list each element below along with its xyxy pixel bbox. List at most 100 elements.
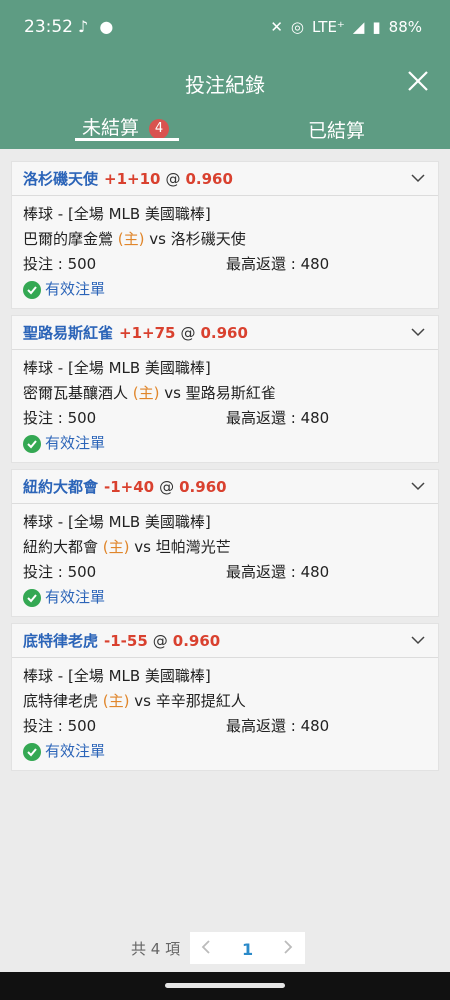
bet-stake: 投注 : 500 <box>23 717 97 735</box>
bet-sport: 棒球 - [全場 MLB 美國職棒] <box>23 667 211 685</box>
bet-card[interactable]: 底特律老虎 -1-55 @ 0.960 棒球 - [全場 MLB 美國職棒] 底… <box>11 623 439 771</box>
tab-settled-label: 已結算 <box>308 120 366 142</box>
bet-amounts: 投注 : 500 最高返還 : 480 <box>23 714 427 739</box>
bet-stake: 投注 : 500 <box>23 255 97 273</box>
chevron-down-icon[interactable] <box>410 632 426 648</box>
status-right: ✕ ◎ LTE⁺ ◢ ▮ 88% <box>270 18 422 36</box>
status-time: 23:52 <box>24 17 73 37</box>
bet-card-header[interactable]: 聖路易斯紅雀 +1+75 @ 0.960 <box>12 316 438 350</box>
home-gesture-handle[interactable] <box>165 983 285 988</box>
close-button[interactable] <box>402 65 434 97</box>
bet-odds: 0.960 <box>185 169 233 188</box>
home-team: 底特律老虎 <box>23 692 99 710</box>
chat-icon: ● <box>99 17 114 36</box>
battery-level: 88% <box>388 18 422 36</box>
bet-odds: 0.960 <box>172 631 221 650</box>
bet-handicap: -1+40 <box>104 477 155 496</box>
at-symbol: @ <box>159 477 175 496</box>
bet-status: 有效注單 <box>23 431 427 456</box>
vs-label: vs <box>134 692 151 710</box>
bet-card-body: 棒球 - [全場 MLB 美國職棒] 巴爾的摩金鶯 (主) vs 洛杉磯天使 投… <box>12 196 438 308</box>
bet-tabs: 未結算 4 已結算 <box>0 105 450 149</box>
at-symbol: @ <box>165 169 181 188</box>
prev-page-button[interactable] <box>200 939 212 960</box>
bet-max-return: 最高返還 : 480 <box>226 255 330 273</box>
status-bar: 23:52 ♪ ● ✕ ◎ LTE⁺ ◢ ▮ 88% <box>0 0 450 57</box>
vs-label: vs <box>134 538 151 556</box>
check-circle-icon <box>23 280 41 299</box>
chevron-right-icon <box>284 940 293 954</box>
at-symbol: @ <box>152 631 168 650</box>
bet-status: 有效注單 <box>23 277 427 302</box>
chevron-down-icon[interactable] <box>410 324 426 340</box>
bet-status-label: 有效注單 <box>45 434 106 452</box>
home-tag: (主) <box>102 692 130 710</box>
system-nav-bar <box>0 972 450 1000</box>
page-number-current[interactable]: 1 <box>242 940 253 959</box>
bet-card[interactable]: 洛杉磯天使 +1+10 @ 0.960 棒球 - [全場 MLB 美國職棒] 巴… <box>11 161 439 309</box>
total-count: 共 4 項 <box>131 940 181 958</box>
chevron-down-icon[interactable] <box>410 478 426 494</box>
home-tag: (主) <box>102 538 130 556</box>
bet-selection-team: 洛杉磯天使 <box>23 170 99 188</box>
bet-odds: 0.960 <box>200 323 248 342</box>
pagination: 共 4 項 1 <box>0 930 450 964</box>
bet-max-return: 最高返還 : 480 <box>226 409 330 427</box>
away-team: 洛杉磯天使 <box>170 230 246 248</box>
bet-handicap: +1+75 <box>119 323 176 342</box>
hotspot-icon: ◎ <box>290 18 304 36</box>
bet-selection-team: 紐約大都會 <box>23 478 99 496</box>
bet-amounts: 投注 : 500 最高返還 : 480 <box>23 560 427 585</box>
home-tag: (主) <box>117 230 145 248</box>
at-symbol: @ <box>180 323 196 342</box>
battery-icon: ▮ <box>372 18 381 36</box>
bet-card-header[interactable]: 紐約大都會 -1+40 @ 0.960 <box>12 470 438 504</box>
bet-match: 密爾瓦基釀酒人 (主) vs 聖路易斯紅雀 <box>23 381 427 406</box>
bet-list: 洛杉磯天使 +1+10 @ 0.960 棒球 - [全場 MLB 美國職棒] 巴… <box>11 161 439 777</box>
home-tag: (主) <box>132 384 160 402</box>
bet-sport: 棒球 - [全場 MLB 美國職棒] <box>23 513 211 531</box>
bet-status-label: 有效注單 <box>45 742 106 760</box>
bet-card-body: 棒球 - [全場 MLB 美國職棒] 密爾瓦基釀酒人 (主) vs 聖路易斯紅雀… <box>12 350 438 462</box>
signal-icon: ◢ <box>352 18 365 36</box>
bet-selection-team: 底特律老虎 <box>23 632 99 650</box>
bet-status: 有效注單 <box>23 585 427 610</box>
bet-match: 底特律老虎 (主) vs 辛辛那提紅人 <box>23 689 427 714</box>
bet-card-header[interactable]: 洛杉磯天使 +1+10 @ 0.960 <box>12 162 438 196</box>
tab-pending[interactable]: 未結算 4 <box>82 113 170 140</box>
check-circle-icon <box>23 588 41 607</box>
bet-card[interactable]: 紐約大都會 -1+40 @ 0.960 棒球 - [全場 MLB 美國職棒] 紐… <box>11 469 439 617</box>
bet-card-header[interactable]: 底特律老虎 -1-55 @ 0.960 <box>12 624 438 658</box>
home-team: 巴爾的摩金鶯 <box>23 230 114 248</box>
bet-card-body: 棒球 - [全場 MLB 美國職棒] 底特律老虎 (主) vs 辛辛那提紅人 投… <box>12 658 438 770</box>
bet-amounts: 投注 : 500 最高返還 : 480 <box>23 406 427 431</box>
bet-status-label: 有效注單 <box>45 588 106 606</box>
active-tab-indicator <box>75 138 179 141</box>
mute-vibrate-icon: ✕ <box>270 18 283 36</box>
bet-sport: 棒球 - [全場 MLB 美國職棒] <box>23 205 211 223</box>
away-team: 辛辛那提紅人 <box>155 692 246 710</box>
home-team: 紐約大都會 <box>23 538 99 556</box>
check-circle-icon <box>23 742 41 761</box>
bet-match: 紐約大都會 (主) vs 坦帕灣光芒 <box>23 535 427 560</box>
chevron-down-icon[interactable] <box>410 170 426 186</box>
close-icon <box>408 71 428 91</box>
pending-count-badge: 4 <box>149 119 170 139</box>
page-title: 投注紀錄 <box>185 73 265 97</box>
tab-settled[interactable]: 已結算 <box>308 116 365 143</box>
check-circle-icon <box>23 434 41 453</box>
network-label: LTE⁺ <box>311 18 345 36</box>
bet-selection-team: 聖路易斯紅雀 <box>23 324 114 342</box>
bet-sport: 棒球 - [全場 MLB 美國職棒] <box>23 359 211 377</box>
bet-amounts: 投注 : 500 最高返還 : 480 <box>23 252 427 277</box>
bet-status: 有效注單 <box>23 739 427 764</box>
tiktok-icon: ♪ <box>78 17 89 36</box>
bet-card[interactable]: 聖路易斯紅雀 +1+75 @ 0.960 棒球 - [全場 MLB 美國職棒] … <box>11 315 439 463</box>
bet-odds: 0.960 <box>179 477 227 496</box>
vs-label: vs <box>164 384 181 402</box>
next-page-button[interactable] <box>282 939 294 960</box>
tab-pending-label: 未結算 <box>82 117 140 139</box>
bet-max-return: 最高返還 : 480 <box>226 717 330 735</box>
bet-stake: 投注 : 500 <box>23 409 97 427</box>
bet-card-body: 棒球 - [全場 MLB 美國職棒] 紐約大都會 (主) vs 坦帕灣光芒 投注… <box>12 504 438 616</box>
